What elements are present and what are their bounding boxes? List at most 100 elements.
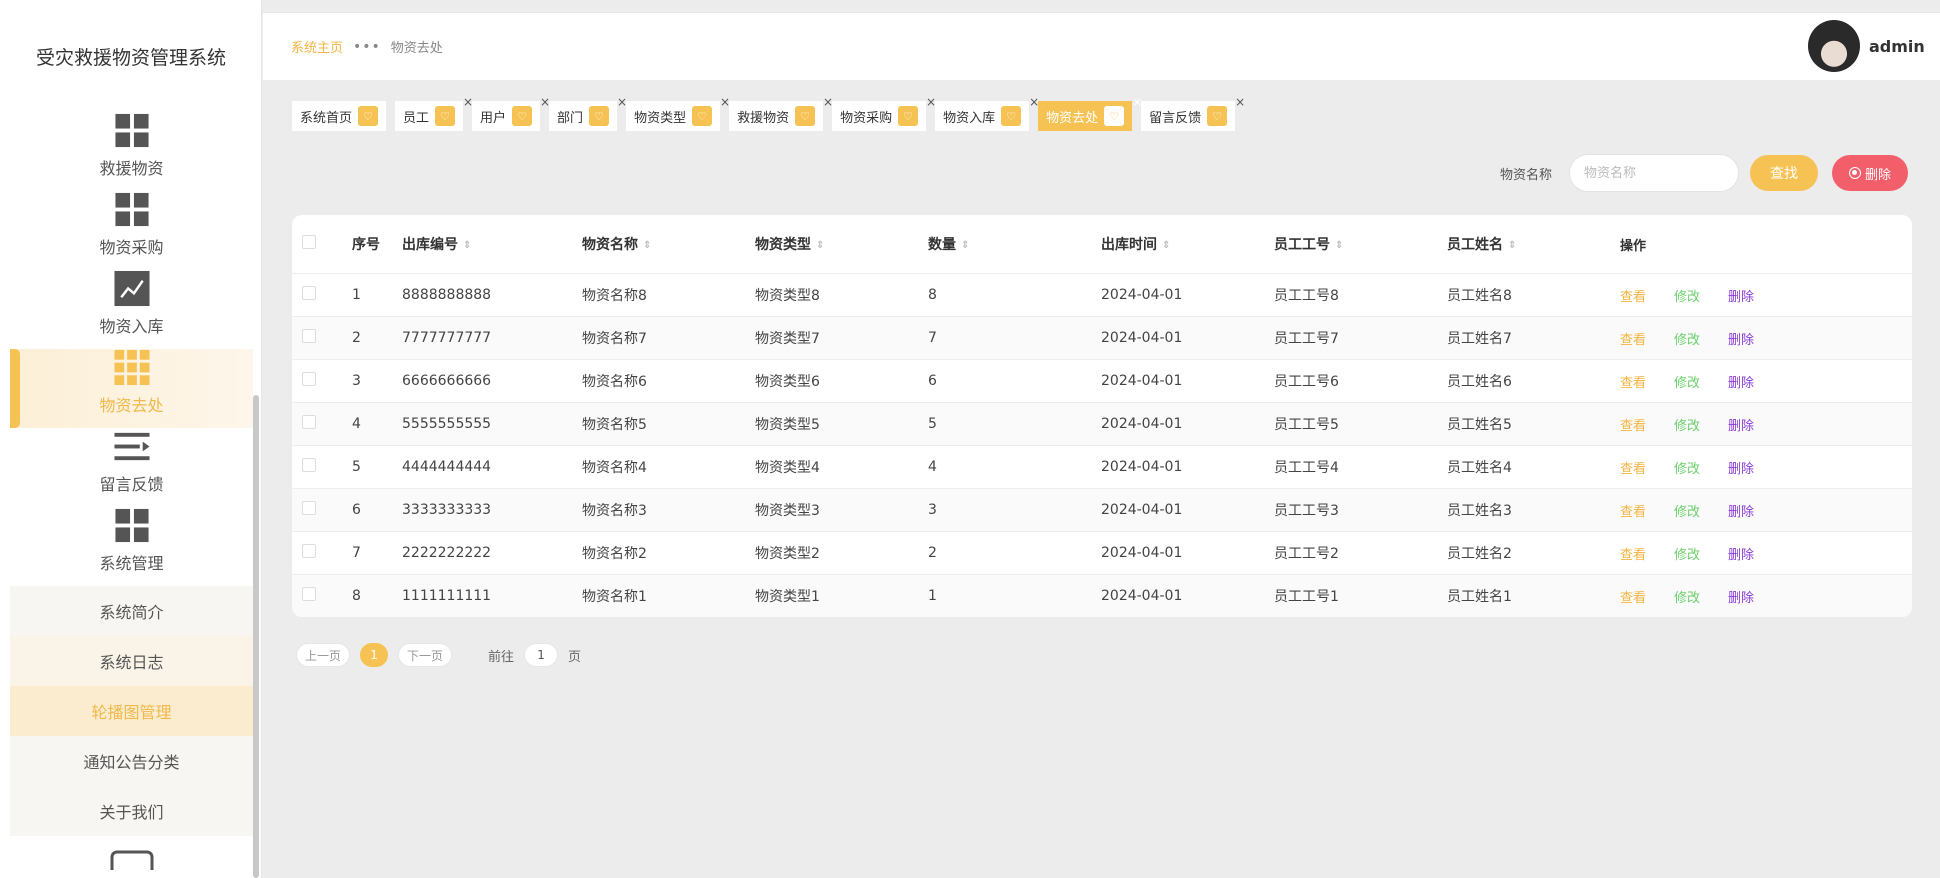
tab-stock-in[interactable]: 物资入库 ♡ × [935, 95, 1039, 131]
cell-actions: 查看 修改 删除 [1620, 501, 1820, 520]
username[interactable]: admin [1869, 37, 1925, 56]
row-checkbox[interactable] [302, 458, 316, 472]
heart-icon: ♡ [435, 106, 456, 126]
cell-type: 物资类型6 [755, 374, 820, 390]
edit-link[interactable]: 修改 [1674, 329, 1700, 348]
delete-link[interactable]: 删除 [1728, 544, 1754, 563]
table-row: 3 6666666666 物资名称6 物资类型6 6 2024-04-01 员工… [292, 359, 1912, 402]
header-time[interactable]: 出库时间 ⇕ [1101, 234, 1274, 254]
next-page-button[interactable]: 下一页 [398, 643, 453, 667]
breadcrumb-home[interactable]: 系统主页 [291, 37, 343, 56]
tab-supply-type[interactable]: 物资类型 ♡ × [626, 95, 730, 131]
view-link[interactable]: 查看 [1620, 458, 1646, 477]
header-eid[interactable]: 员工工号 ⇕ [1274, 234, 1447, 254]
sort-icon[interactable]: ⇕ [463, 240, 471, 251]
row-checkbox[interactable] [302, 501, 316, 515]
tab-label: 物资类型 [634, 110, 687, 126]
cell-name: 物资名称7 [582, 331, 647, 347]
tab-rescue-supplies[interactable]: 救援物资 ♡ × [729, 95, 833, 131]
row-checkbox[interactable] [302, 286, 316, 300]
delete-link[interactable]: 删除 [1728, 329, 1754, 348]
header-no: 序号 [352, 237, 380, 253]
view-link[interactable]: 查看 [1620, 587, 1646, 606]
tab-employee[interactable]: 员工 ♡ × [395, 95, 473, 131]
sidebar-sub-carousel[interactable]: 轮播图管理 [10, 686, 253, 736]
edit-link[interactable]: 修改 [1674, 587, 1700, 606]
view-link[interactable]: 查看 [1620, 415, 1646, 434]
sidebar-sub-about-us[interactable]: 关于我们 [10, 786, 253, 836]
goto-page-input[interactable] [524, 643, 559, 667]
sidebar-item-system[interactable]: 系统管理 [10, 507, 253, 586]
row-checkbox[interactable] [302, 544, 316, 558]
view-link[interactable]: 查看 [1620, 372, 1646, 391]
tab-destination[interactable]: 物资去处 ♡ × [1038, 95, 1142, 131]
find-button[interactable]: 查找 [1750, 155, 1818, 191]
heart-icon: ♡ [692, 106, 713, 126]
view-link[interactable]: 查看 [1620, 329, 1646, 348]
header-type[interactable]: 物资类型 ⇕ [755, 234, 928, 254]
prev-page-button[interactable]: 上一页 [296, 643, 351, 667]
sort-icon[interactable]: ⇕ [1508, 240, 1516, 251]
cell-ename: 员工姓名2 [1447, 546, 1512, 562]
select-all-checkbox[interactable] [302, 235, 316, 249]
delete-link[interactable]: 删除 [1728, 372, 1754, 391]
sort-icon[interactable]: ⇕ [643, 240, 651, 251]
tab-feedback[interactable]: 留言反馈 ♡ × [1141, 95, 1245, 131]
cell-no: 1 [352, 287, 361, 303]
sidebar-item-rescue-supplies[interactable]: 救援物资 [10, 112, 253, 191]
delete-link[interactable]: 删除 [1728, 286, 1754, 305]
edit-link[interactable]: 修改 [1674, 544, 1700, 563]
row-checkbox[interactable] [302, 372, 316, 386]
edit-link[interactable]: 修改 [1674, 286, 1700, 305]
row-checkbox[interactable] [302, 587, 316, 601]
header-ename[interactable]: 员工姓名 ⇕ [1447, 234, 1620, 254]
sidebar-scrollbar[interactable] [253, 395, 259, 878]
header-code[interactable]: 出库编号 ⇕ [402, 234, 582, 254]
heart-icon: ♡ [795, 106, 816, 126]
delete-link[interactable]: 删除 [1728, 458, 1754, 477]
tab-user[interactable]: 用户 ♡ × [472, 95, 550, 131]
sort-icon[interactable]: ⇕ [1162, 240, 1170, 251]
sidebar-item-stock-in[interactable]: 物资入库 [10, 270, 253, 349]
row-checkbox[interactable] [302, 329, 316, 343]
cell-name: 物资名称8 [582, 288, 647, 304]
sidebar-item-purchase[interactable]: 物资采购 [10, 191, 253, 270]
delete-link[interactable]: 删除 [1728, 501, 1754, 520]
delete-link[interactable]: 删除 [1728, 587, 1754, 606]
header-name[interactable]: 物资名称 ⇕ [582, 234, 755, 254]
edit-link[interactable]: 修改 [1674, 372, 1700, 391]
close-icon[interactable]: × [1235, 95, 1245, 109]
edit-link[interactable]: 修改 [1674, 501, 1700, 520]
edit-link[interactable]: 修改 [1674, 458, 1700, 477]
sort-icon[interactable]: ⇕ [961, 240, 969, 251]
table-row: 6 3333333333 物资名称3 物资类型3 3 2024-04-01 员工… [292, 488, 1912, 531]
sidebar-item-label: 物资去处 [99, 396, 164, 415]
tab-label: 救援物资 [737, 110, 790, 126]
data-table: 序号 出库编号 ⇕ 物资名称 ⇕ 物资类型 ⇕ 数量 ⇕ 出库时间 ⇕ 员工工号 ⇕ 员工姓… [292, 215, 1912, 617]
sidebar-item-more[interactable] [10, 836, 253, 876]
sidebar-sub-about-system[interactable]: 系统简介 [10, 586, 253, 636]
tab-home[interactable]: 系统首页 ♡ [292, 101, 387, 131]
delete-button[interactable]: 删除 [1832, 155, 1908, 191]
tab-department[interactable]: 部门 ♡ × [549, 95, 627, 131]
table-header: 序号 出库编号 ⇕ 物资名称 ⇕ 物资类型 ⇕ 数量 ⇕ 出库时间 ⇕ 员工工号 ⇕ 员工姓… [292, 215, 1912, 273]
sort-icon[interactable]: ⇕ [816, 240, 824, 251]
cell-code: 3333333333 [402, 502, 492, 518]
sidebar-item-destination[interactable]: 物资去处 [10, 349, 253, 428]
view-link[interactable]: 查看 [1620, 286, 1646, 305]
avatar[interactable] [1808, 20, 1860, 72]
tab-purchase[interactable]: 物资采购 ♡ × [832, 95, 936, 131]
header-qty[interactable]: 数量 ⇕ [928, 234, 1101, 254]
page-1-button[interactable]: 1 [360, 643, 389, 667]
sidebar-sub-logs[interactable]: 系统日志 [10, 636, 253, 686]
cell-qty: 5 [928, 416, 937, 432]
row-checkbox[interactable] [302, 415, 316, 429]
sidebar-sub-notice-category[interactable]: 通知公告分类 [10, 736, 253, 786]
sidebar-item-feedback[interactable]: 留言反馈 [10, 428, 253, 507]
sort-icon[interactable]: ⇕ [1335, 240, 1343, 251]
view-link[interactable]: 查看 [1620, 544, 1646, 563]
delete-link[interactable]: 删除 [1728, 415, 1754, 434]
edit-link[interactable]: 修改 [1674, 415, 1700, 434]
view-link[interactable]: 查看 [1620, 501, 1646, 520]
search-input[interactable] [1569, 154, 1739, 192]
